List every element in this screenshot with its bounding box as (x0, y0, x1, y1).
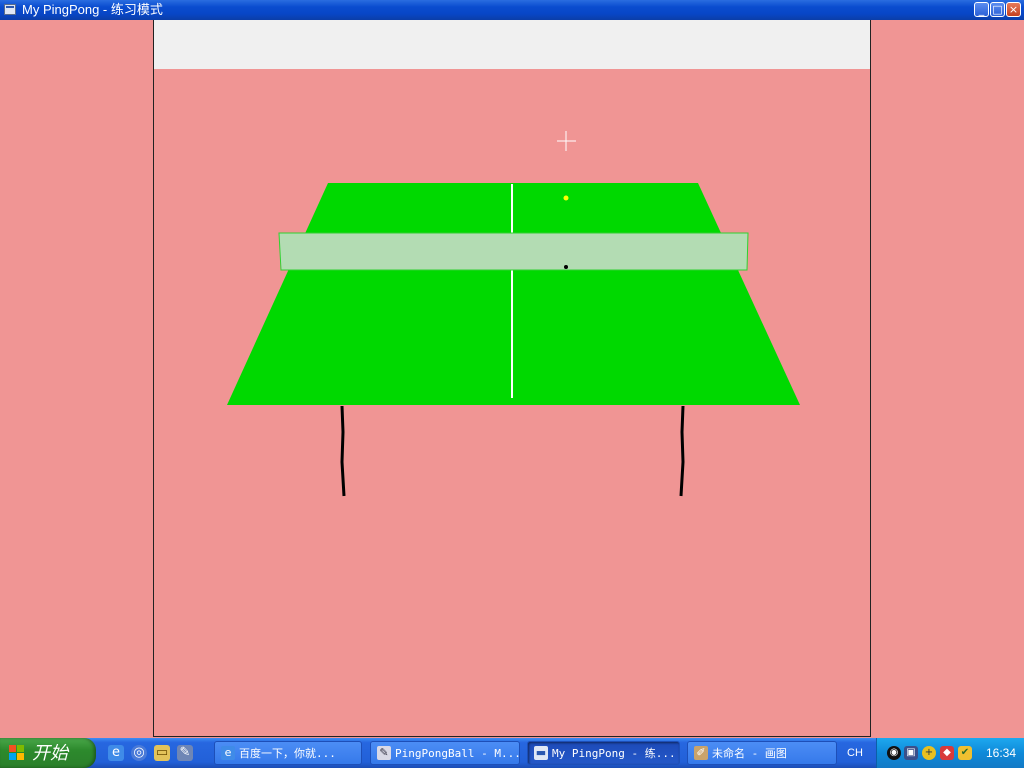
game-scene[interactable] (0, 0, 1024, 768)
taskbar-item-browser[interactable]: e 百度一下，你就... (214, 741, 362, 765)
taskbar-item-paint[interactable]: ✐ 未命名 - 画图 (687, 741, 837, 765)
start-button[interactable]: 开始 (0, 738, 96, 768)
tool-icon[interactable]: ✎ (177, 745, 193, 761)
taskbar-item-pingpong[interactable]: ▬ My PingPong - 练... (527, 741, 680, 765)
paint-icon: ✐ (694, 746, 708, 760)
ie-icon: e (221, 746, 235, 760)
table-net (278, 232, 749, 271)
table-leg-right (679, 405, 685, 497)
network-icon[interactable]: ◉ (887, 746, 901, 760)
task-label: PingPongBall - M... (395, 747, 520, 760)
task-label: 百度一下，你就... (239, 747, 336, 760)
app-window-icon: ▬ (534, 746, 548, 760)
antivirus-icon[interactable]: ◆ (940, 746, 954, 760)
language-indicator[interactable]: CH (843, 744, 867, 762)
task-label: My PingPong - 练... (552, 747, 676, 760)
security-icon[interactable]: ✔ (958, 746, 972, 760)
display-icon[interactable]: ▣ (904, 746, 918, 760)
start-label: 开始 (32, 743, 68, 763)
table-leg-left (340, 405, 346, 497)
shield-plus-icon[interactable]: + (922, 746, 936, 760)
windows-logo-icon (9, 745, 25, 761)
folder-icon[interactable]: ▭ (154, 745, 170, 761)
system-tray: ◉ ▣ + ◆ ✔ 16:34 (876, 738, 1024, 768)
task-label: 未命名 - 画图 (712, 747, 787, 760)
project-icon: ✎ (377, 746, 391, 760)
taskbar-item-project[interactable]: ✎ PingPongBall - M... (370, 741, 520, 765)
taskbar: 开始 e ◎ ▭ ✎ e 百度一下，你就... ✎ PingPongBall - M… (0, 738, 1024, 768)
browser-icon[interactable]: ◎ (131, 745, 147, 761)
ping-pong-ball (563, 195, 569, 201)
ball-shadow (564, 265, 568, 269)
clock: 16:34 (985, 746, 1017, 760)
ie-icon[interactable]: e (108, 745, 124, 761)
crosshair-cursor-icon (557, 131, 576, 151)
table-surface (227, 183, 800, 405)
